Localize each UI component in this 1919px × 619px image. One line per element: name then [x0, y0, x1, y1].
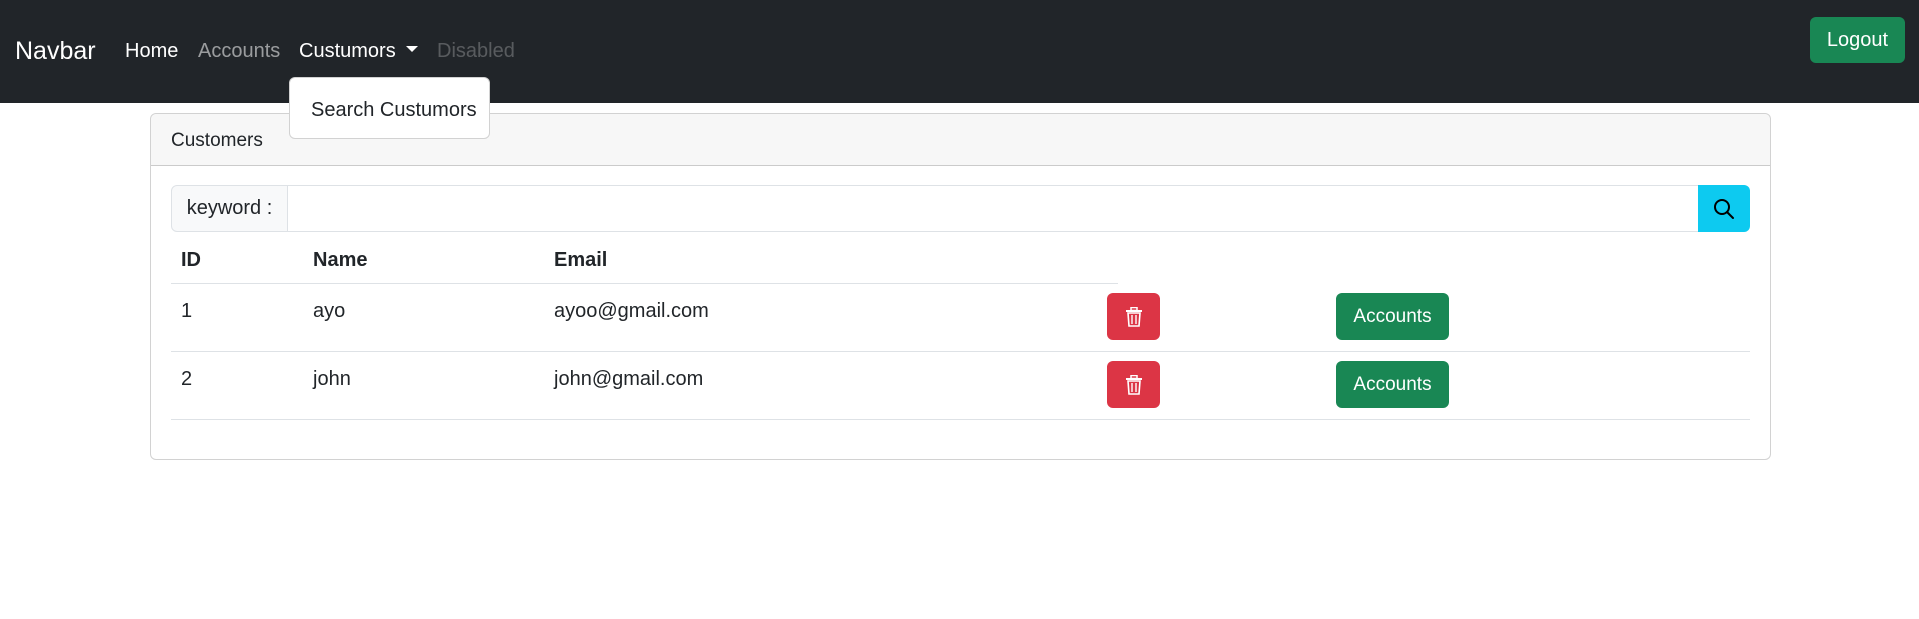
navbar-brand[interactable]: Navbar — [15, 36, 96, 66]
trash-icon — [1125, 306, 1142, 327]
row-1-accounts-button[interactable]: Accounts — [1336, 293, 1449, 340]
customers-card: Customers keyword : ID Name Email 1 ayo … — [150, 113, 1771, 460]
row-1-name: ayo — [313, 300, 346, 322]
nav-dropdown-label: Custumors — [299, 40, 396, 62]
keyword-label: keyword : — [171, 185, 288, 232]
nav-link-home[interactable]: Home — [125, 38, 178, 64]
row-1-id: 1 — [181, 300, 193, 322]
table-header-email: Email — [554, 249, 608, 271]
trash-icon — [1125, 374, 1142, 395]
nav-dropdown-custumors[interactable]: Custumors — [299, 38, 418, 64]
row-1-delete-button[interactable] — [1107, 293, 1160, 340]
search-group: keyword : — [171, 185, 1750, 232]
row-2-accounts-button[interactable]: Accounts — [1336, 361, 1449, 408]
table-header-name: Name — [313, 249, 368, 271]
search-button[interactable] — [1698, 185, 1750, 232]
nav-link-disabled: Disabled — [437, 40, 515, 62]
row-2-id: 2 — [181, 368, 193, 390]
row-2-name: john — [313, 368, 351, 390]
caret-down-icon — [405, 45, 418, 52]
card-title: Customers — [171, 130, 263, 151]
top-navbar: Navbar Home Accounts Custumors Disabled … — [0, 0, 1919, 103]
keyword-input[interactable] — [287, 185, 1699, 232]
header-divider — [171, 283, 1118, 284]
row-divider — [171, 351, 1750, 352]
dropdown-item-search-custumors[interactable]: Search Custumors — [311, 98, 477, 122]
search-icon — [1714, 198, 1734, 219]
row-divider — [171, 419, 1750, 420]
nav-link-accounts[interactable]: Accounts — [198, 38, 280, 64]
row-2-delete-button[interactable] — [1107, 361, 1160, 408]
table-header-id: ID — [181, 249, 201, 271]
custumors-dropdown-menu: Search Custumors — [289, 77, 490, 139]
row-2-email: john@gmail.com — [554, 368, 704, 390]
row-1-email: ayoo@gmail.com — [554, 300, 709, 322]
logout-button[interactable]: Logout — [1810, 17, 1905, 63]
